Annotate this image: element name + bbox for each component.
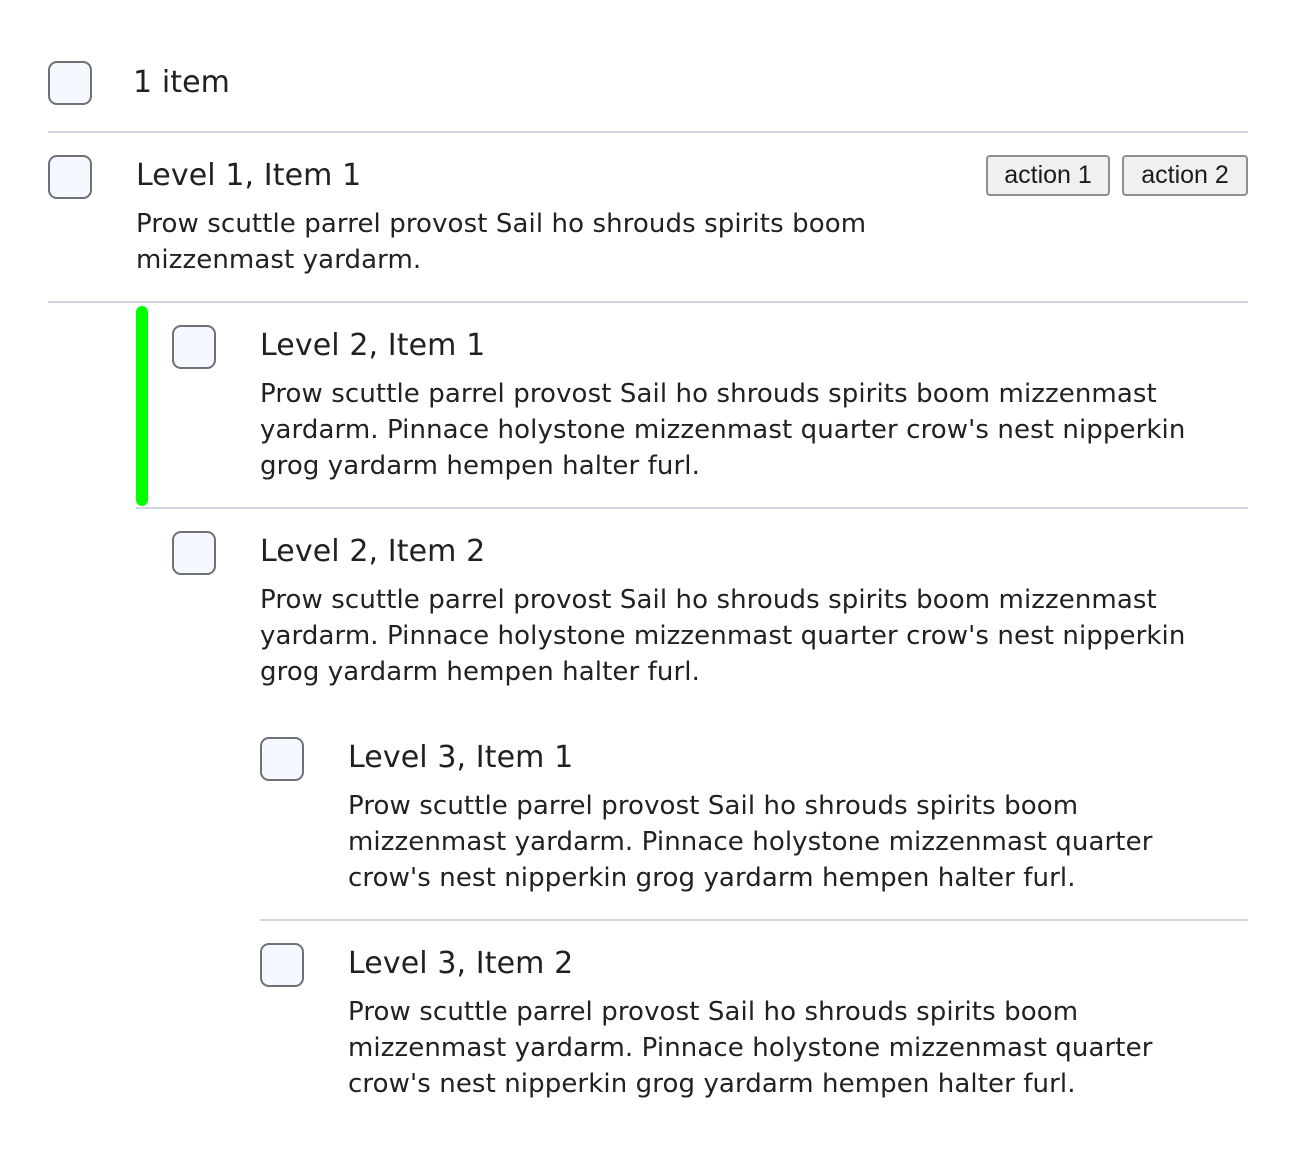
item-title: Level 3, Item 1 bbox=[348, 740, 574, 775]
item-checkbox[interactable] bbox=[260, 943, 304, 987]
item-checkbox[interactable] bbox=[260, 737, 304, 781]
item-description: Prow scuttle parrel provost Sail ho shro… bbox=[260, 379, 1186, 481]
item-description: Prow scuttle parrel provost Sail ho shro… bbox=[348, 791, 1153, 893]
action-2-button[interactable]: action 2 bbox=[1122, 155, 1248, 196]
item-divider bbox=[260, 919, 1248, 921]
item-description: Prow scuttle parrel provost Sail ho shro… bbox=[348, 997, 1153, 1099]
item-checkbox[interactable] bbox=[172, 325, 216, 369]
item-checkbox[interactable] bbox=[172, 531, 216, 575]
item-title: Level 2, Item 1 bbox=[260, 328, 486, 363]
action-1-button[interactable]: action 1 bbox=[986, 155, 1110, 196]
item-title: Level 3, Item 2 bbox=[348, 946, 574, 981]
item-divider bbox=[48, 301, 1248, 303]
active-item-indicator bbox=[136, 306, 148, 506]
selection-count-label: 1 item bbox=[133, 65, 231, 100]
header-divider bbox=[48, 131, 1248, 133]
item-title: Level 2, Item 2 bbox=[260, 534, 486, 569]
item-title: Level 1, Item 1 bbox=[136, 158, 362, 193]
item-description: Prow scuttle parrel provost Sail ho shro… bbox=[260, 585, 1186, 687]
item-description: Prow scuttle parrel provost Sail ho shro… bbox=[136, 209, 867, 275]
item-divider bbox=[136, 507, 1248, 509]
item-checkbox[interactable] bbox=[48, 155, 92, 199]
select-all-checkbox[interactable] bbox=[48, 61, 92, 105]
